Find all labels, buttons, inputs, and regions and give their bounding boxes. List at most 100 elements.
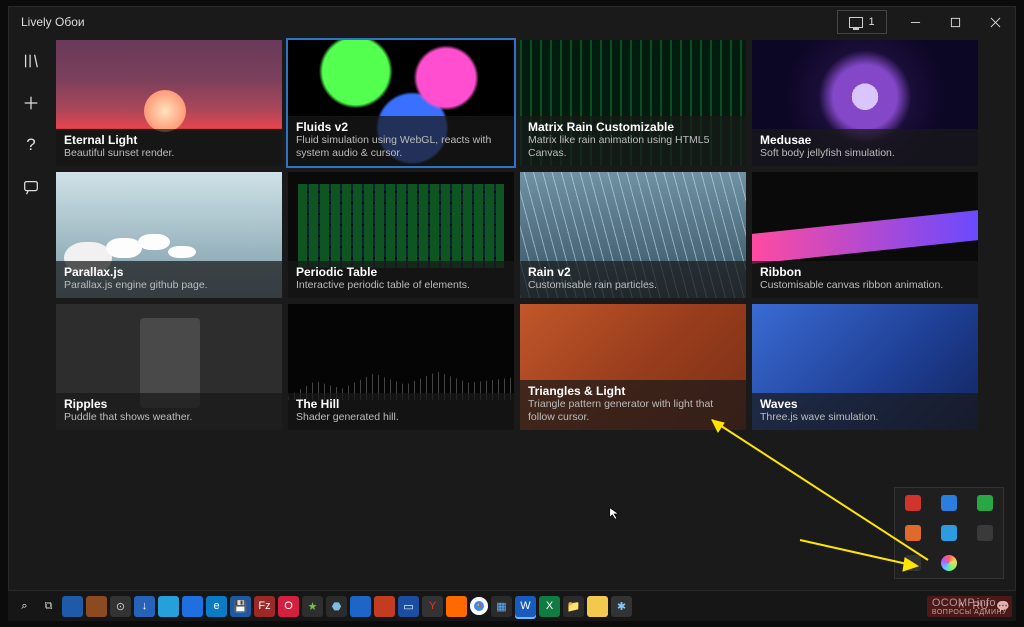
app-10[interactable]: O — [278, 596, 299, 617]
taskview-icon[interactable]: ⧉ — [38, 596, 59, 617]
wallpaper-title: Ribbon — [760, 265, 970, 279]
wallpaper-grid: Eternal LightBeautiful sunset render.Flu… — [55, 39, 1011, 431]
wallpaper-grid-scroll[interactable]: Eternal LightBeautiful sunset render.Flu… — [53, 37, 1015, 590]
wallpaper-overlay: MedusaeSoft body jellyfish simulation. — [752, 129, 978, 166]
wallpaper-title: Matrix Rain Customizable — [528, 120, 738, 134]
tray-5[interactable] — [941, 525, 957, 541]
app-13[interactable] — [350, 596, 371, 617]
wallpaper-desc: Three.js wave simulation. — [760, 411, 970, 424]
app-9[interactable]: Fz — [254, 596, 275, 617]
wallpaper-overlay: RibbonCustomisable canvas ribbon animati… — [752, 261, 978, 298]
tray-2[interactable] — [941, 495, 957, 511]
wallpaper-card[interactable]: Rain v2Customisable rain particles. — [519, 171, 747, 299]
content: ? Eternal LightBeautiful sunset render.F… — [9, 37, 1015, 590]
app-12[interactable]: ⬣ — [326, 596, 347, 617]
wallpaper-card[interactable]: WavesThree.js wave simulation. — [751, 303, 979, 431]
screen-number: 1 — [868, 16, 874, 28]
wallpaper-overlay: WavesThree.js wave simulation. — [752, 393, 978, 430]
wallpaper-title: Rain v2 — [528, 265, 738, 279]
wallpaper-desc: Shader generated hill. — [296, 411, 506, 424]
app-3[interactable]: ⊙ — [110, 596, 131, 617]
app-24[interactable]: ✱ — [611, 596, 632, 617]
wallpaper-overlay: Eternal LightBeautiful sunset render. — [56, 129, 282, 166]
app-18[interactable] — [470, 597, 488, 615]
lively-window: Lively Обои 1 ? — [8, 6, 1016, 591]
wallpaper-overlay: Parallax.jsParallax.js engine github pag… — [56, 261, 282, 298]
maximize-button[interactable] — [935, 7, 975, 37]
wallpaper-card[interactable]: RipplesPuddle that shows weather. — [55, 303, 283, 431]
library-icon[interactable] — [19, 49, 43, 73]
app-5[interactable] — [158, 596, 179, 617]
app-14[interactable] — [374, 596, 395, 617]
wallpaper-card[interactable]: Periodic TableInteractive periodic table… — [287, 171, 515, 299]
wallpaper-overlay: Periodic TableInteractive periodic table… — [288, 261, 514, 298]
app-6[interactable] — [182, 596, 203, 617]
wallpaper-title: Medusae — [760, 133, 970, 147]
watermark-sub: ВОПРОСЫ АДМИНУ — [932, 609, 1007, 616]
wallpaper-overlay: Matrix Rain CustomizableMatrix like rain… — [520, 116, 746, 166]
tray-6[interactable] — [977, 525, 993, 541]
active-screen-button[interactable]: 1 — [837, 10, 887, 34]
wallpaper-card[interactable]: RibbonCustomisable canvas ribbon animati… — [751, 171, 979, 299]
app-21[interactable]: X — [539, 596, 560, 617]
wallpaper-title: Waves — [760, 397, 970, 411]
wallpaper-title: Eternal Light — [64, 133, 274, 147]
app-2[interactable] — [86, 596, 107, 617]
wallpaper-card[interactable]: Parallax.jsParallax.js engine github pag… — [55, 171, 283, 299]
wallpaper-card[interactable]: Matrix Rain CustomizableMatrix like rain… — [519, 39, 747, 167]
tray-7[interactable] — [905, 555, 921, 571]
watermark: OCOMP.info ВОПРОСЫ АДМИНУ — [927, 596, 1012, 617]
wallpaper-overlay: The HillShader generated hill. — [288, 393, 514, 430]
help-icon[interactable]: ? — [19, 133, 43, 157]
feedback-icon[interactable] — [19, 175, 43, 199]
tray-3[interactable] — [977, 495, 993, 511]
wallpaper-title: Triangles & Light — [528, 384, 738, 398]
wallpaper-title: Parallax.js — [64, 265, 274, 279]
app-11[interactable]: ★ — [302, 596, 323, 617]
search-icon[interactable]: ⌕ — [14, 596, 35, 617]
app-15[interactable]: ▭ — [398, 596, 419, 617]
app-7[interactable]: e — [206, 596, 227, 617]
title-bar: Lively Обои 1 — [9, 7, 1015, 37]
wallpaper-card[interactable]: The HillShader generated hill. — [287, 303, 515, 431]
watermark-brand: OCOMP.info — [932, 597, 996, 609]
wallpaper-title: The Hill — [296, 397, 506, 411]
app-17[interactable] — [446, 596, 467, 617]
app-8[interactable]: 💾 — [230, 596, 251, 617]
wallpaper-desc: Puddle that shows weather. — [64, 411, 274, 424]
wallpaper-desc: Fluid simulation using WebGL, reacts wit… — [296, 134, 506, 160]
app-20[interactable]: W — [515, 596, 536, 617]
wallpaper-desc: Parallax.js engine github page. — [64, 279, 274, 292]
wallpaper-card[interactable]: Eternal LightBeautiful sunset render. — [55, 39, 283, 167]
wallpaper-overlay: RipplesPuddle that shows weather. — [56, 393, 282, 430]
add-icon[interactable] — [19, 91, 43, 115]
app-4[interactable]: ↓ — [134, 596, 155, 617]
tray-8[interactable] — [941, 555, 957, 571]
tray-9[interactable] — [977, 555, 993, 571]
wallpaper-title: Fluids v2 — [296, 120, 506, 134]
minimize-button[interactable] — [895, 7, 935, 37]
wallpaper-overlay: Triangles & LightTriangle pattern genera… — [520, 380, 746, 430]
app-1[interactable] — [62, 596, 83, 617]
app-19[interactable]: ▦ — [491, 596, 512, 617]
title-controls: 1 — [837, 7, 1015, 37]
app-22[interactable]: 📁 — [563, 596, 584, 617]
system-tray-flyout[interactable] — [894, 487, 1004, 579]
wallpaper-desc: Customisable canvas ribbon animation. — [760, 279, 970, 292]
wallpaper-card[interactable]: Triangles & LightTriangle pattern genera… — [519, 303, 747, 431]
tray-4[interactable] — [905, 525, 921, 541]
taskbar: ⌕⧉⊙↓e💾FzO★⬣▭Y▦WX📁✱ ˄ RU 💬 — [8, 591, 1016, 621]
tray-1[interactable] — [905, 495, 921, 511]
monitor-icon — [849, 17, 863, 28]
wallpaper-card[interactable]: Fluids v2Fluid simulation using WebGL, r… — [287, 39, 515, 167]
wallpaper-desc: Triangle pattern generator with light th… — [528, 398, 738, 424]
wallpaper-card[interactable]: MedusaeSoft body jellyfish simulation. — [751, 39, 979, 167]
app-16[interactable]: Y — [422, 596, 443, 617]
app-23[interactable] — [587, 596, 608, 617]
cursor-icon — [608, 506, 622, 520]
wallpaper-overlay: Fluids v2Fluid simulation using WebGL, r… — [288, 116, 514, 166]
wallpaper-desc: Customisable rain particles. — [528, 279, 738, 292]
wallpaper-desc: Interactive periodic table of elements. — [296, 279, 506, 292]
wallpaper-title: Periodic Table — [296, 265, 506, 279]
close-button[interactable] — [975, 7, 1015, 37]
